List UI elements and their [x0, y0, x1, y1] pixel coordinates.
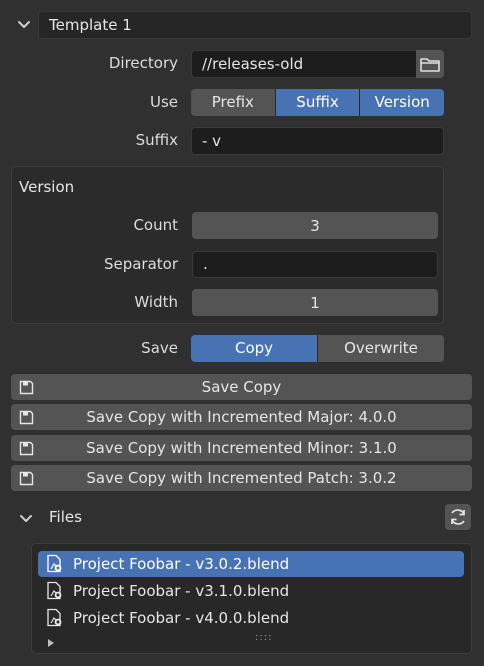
refresh-button[interactable] [445, 504, 471, 530]
version-title: Version [19, 178, 75, 196]
save-icon [19, 441, 34, 456]
refresh-icon [451, 509, 465, 525]
suffix-input[interactable]: - v [191, 127, 444, 155]
save-patch-button[interactable]: Save Copy with Incremented Patch: 3.0.2 [11, 465, 472, 491]
directory-browse-button[interactable] [416, 50, 444, 78]
template-name: Template 1 [49, 16, 132, 34]
file-item[interactable]: Project Foobar - v3.1.0.blend [38, 578, 464, 604]
save-minor-label: Save Copy with Incremented Minor: 3.1.0 [86, 439, 397, 457]
file-item[interactable]: Project Foobar - v4.0.0.blend [38, 605, 464, 631]
use-suffix-toggle[interactable]: Suffix [274, 89, 360, 116]
separator-value: . [203, 255, 208, 273]
list-expand-triangle-icon[interactable] [46, 634, 56, 647]
save-major-button[interactable]: Save Copy with Incremented Major: 4.0.0 [11, 404, 472, 430]
directory-input[interactable]: //releases-old [191, 50, 417, 78]
save-patch-label: Save Copy with Incremented Patch: 3.0.2 [86, 469, 397, 487]
save-mode-toggle-group: Copy Overwrite [191, 335, 444, 362]
use-prefix-toggle[interactable]: Prefix [191, 89, 275, 116]
use-version-toggle[interactable]: Version [359, 89, 444, 116]
suffix-value: - v [202, 132, 222, 150]
count-label: Count [133, 216, 178, 234]
save-label: Save [141, 339, 178, 357]
blend-file-icon [47, 554, 62, 573]
file-item[interactable]: Project Foobar - v3.0.2.blend [38, 551, 464, 577]
save-icon [19, 471, 34, 486]
file-name: Project Foobar - v3.1.0.blend [73, 582, 290, 600]
list-resize-grip[interactable]: :::: [255, 632, 272, 644]
template-collapse-chevron-icon[interactable] [14, 14, 34, 34]
template-name-field[interactable]: Template 1 [38, 11, 472, 39]
file-name: Project Foobar - v3.0.2.blend [73, 555, 290, 573]
save-copy-label: Save Copy [201, 378, 282, 396]
folder-icon [420, 58, 440, 72]
save-copy-toggle[interactable]: Copy [191, 335, 317, 362]
suffix-label: Suffix [135, 131, 178, 149]
use-toggle-group: Prefix Suffix Version [191, 89, 444, 116]
save-icon [19, 380, 34, 395]
save-major-label: Save Copy with Incremented Major: 4.0.0 [86, 408, 397, 426]
width-label: Width [134, 293, 178, 311]
save-copy-button[interactable]: Save Copy [11, 374, 472, 400]
blend-file-icon [47, 608, 62, 627]
save-overwrite-toggle[interactable]: Overwrite [317, 335, 444, 362]
file-name: Project Foobar - v4.0.0.blend [73, 609, 290, 627]
width-slider[interactable]: 1 [192, 289, 438, 316]
separator-input[interactable]: . [192, 251, 438, 278]
save-icon [19, 410, 34, 425]
use-label: Use [149, 93, 178, 111]
directory-value: //releases-old [202, 55, 304, 73]
directory-label: Directory [108, 54, 178, 72]
save-minor-button[interactable]: Save Copy with Incremented Minor: 3.1.0 [11, 435, 472, 461]
files-title: Files [49, 508, 82, 526]
files-collapse-chevron-icon[interactable] [16, 508, 36, 528]
separator-label: Separator [103, 255, 178, 273]
blend-file-icon [47, 581, 62, 600]
count-slider[interactable]: 3 [192, 212, 438, 239]
